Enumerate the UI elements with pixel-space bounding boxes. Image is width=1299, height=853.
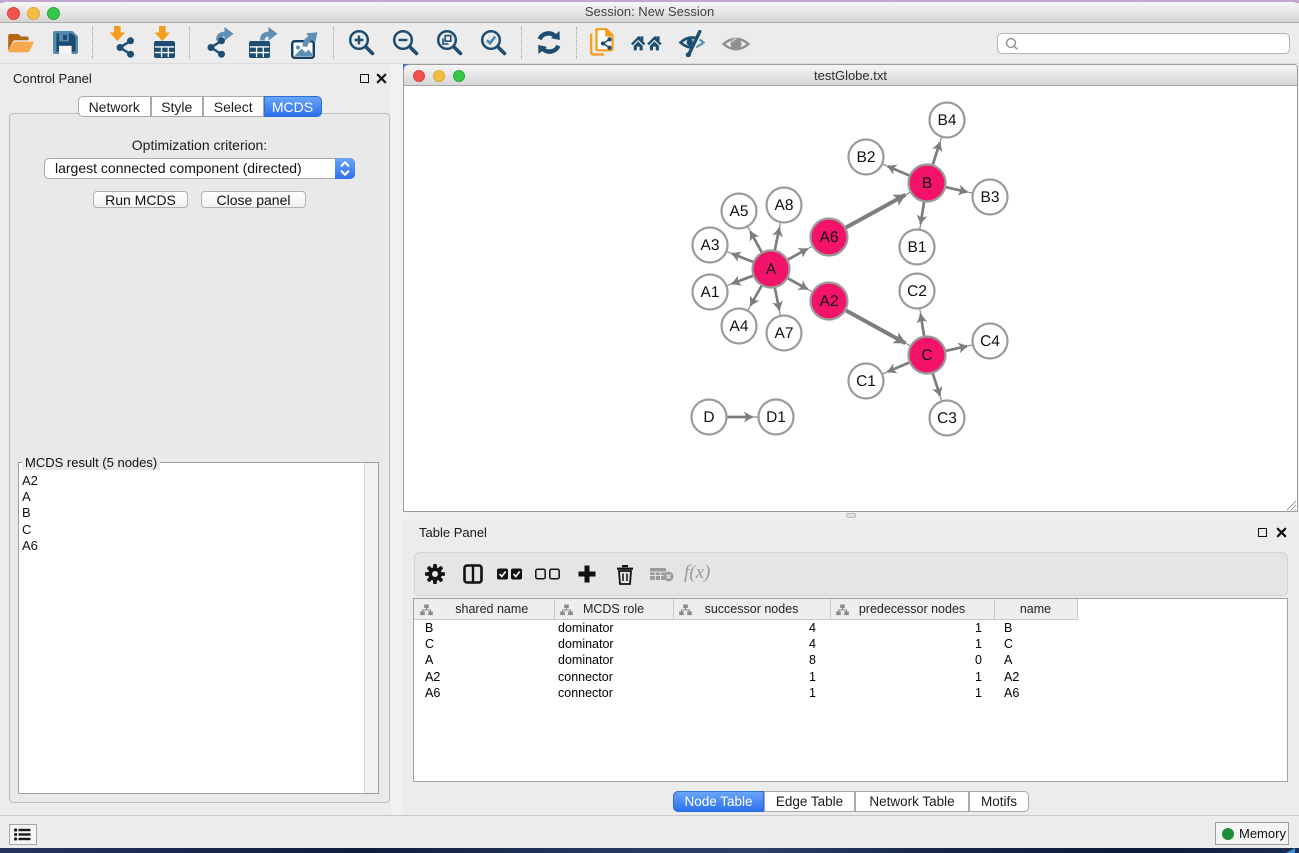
svg-text:B3: B3: [981, 189, 1000, 206]
svg-text:D: D: [703, 409, 714, 426]
svg-text:A8: A8: [775, 197, 794, 214]
svg-text:C3: C3: [937, 410, 957, 427]
svg-text:B: B: [922, 175, 932, 192]
svg-text:A1: A1: [701, 284, 720, 301]
svg-text:C: C: [921, 347, 932, 364]
svg-text:A3: A3: [701, 237, 720, 254]
svg-text:B4: B4: [938, 112, 957, 129]
svg-text:A5: A5: [730, 203, 749, 220]
svg-text:A7: A7: [775, 325, 794, 342]
svg-text:A2: A2: [820, 293, 839, 310]
svg-text:A: A: [766, 261, 777, 278]
svg-text:B1: B1: [908, 239, 927, 256]
svg-text:C1: C1: [856, 373, 876, 390]
svg-text:A4: A4: [730, 318, 749, 335]
svg-text:C4: C4: [980, 333, 1000, 350]
svg-text:A6: A6: [820, 229, 839, 246]
svg-text:B2: B2: [857, 149, 876, 166]
svg-text:D1: D1: [766, 409, 786, 426]
svg-text:C2: C2: [907, 283, 927, 300]
